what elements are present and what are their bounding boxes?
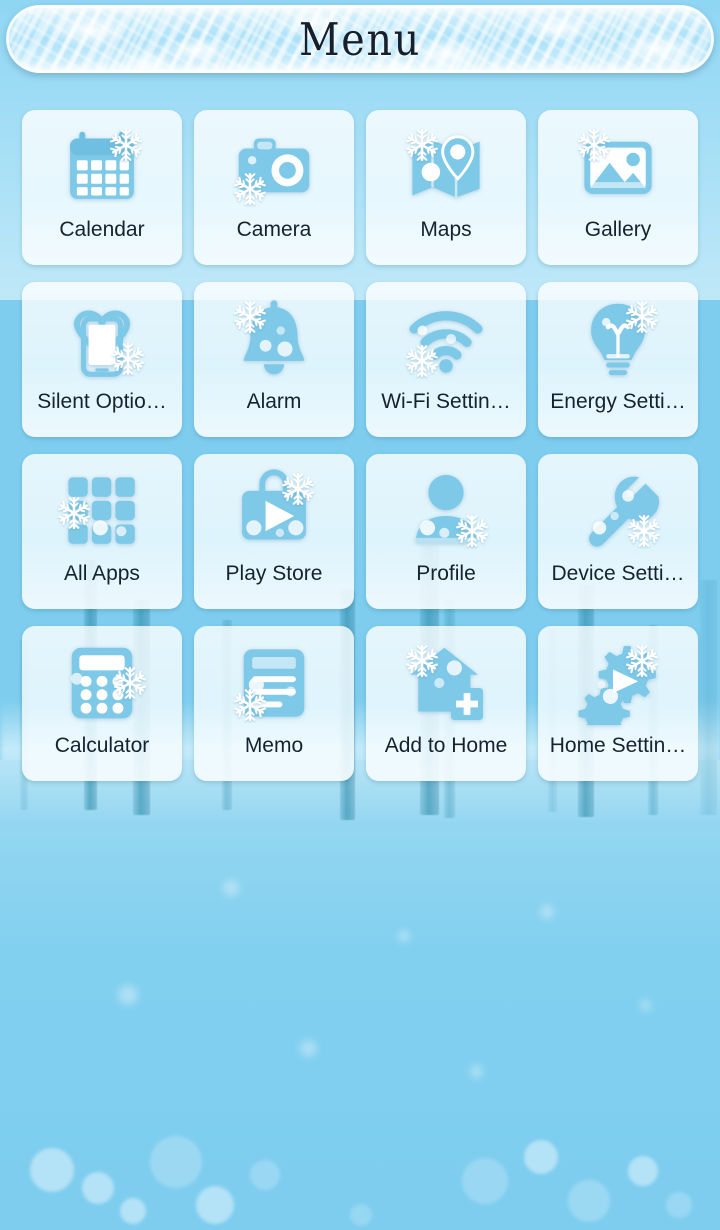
app-tile-silent-optio[interactable]: Silent Optio…	[22, 282, 182, 437]
app-tile-profile[interactable]: Profile	[366, 454, 526, 609]
app-tile-label: Alarm	[246, 390, 302, 413]
app-grid: Calendar Camera Maps Gallery Silent Opti…	[22, 110, 698, 781]
house-plus-icon	[402, 639, 490, 727]
wifi-icon	[402, 295, 490, 383]
app-tile-wi-fi-settin[interactable]: Wi-Fi Settin…	[366, 282, 526, 437]
calculator-icon	[58, 639, 147, 727]
app-tile-label: Gallery	[584, 218, 652, 241]
bottom-dock: Themes	[0, 1100, 720, 1230]
app-tile-maps[interactable]: Maps	[366, 110, 526, 265]
app-tile-add-to-home[interactable]: Add to Home	[366, 626, 526, 781]
camera-icon	[230, 123, 318, 211]
app-tile-label: Add to Home	[384, 734, 508, 757]
app-tile-label: Calendar	[59, 218, 145, 241]
gears-icon	[574, 639, 662, 727]
maps-icon	[402, 123, 490, 211]
app-grid-icon	[57, 467, 146, 555]
alarm-bell-icon	[230, 295, 318, 383]
app-tile-label: Memo	[244, 734, 304, 757]
play-store-bag-icon	[230, 467, 318, 555]
silent-options-icon	[58, 295, 146, 383]
app-tile-label: Play Store	[225, 562, 323, 585]
app-tile-gallery[interactable]: Gallery	[538, 110, 698, 265]
app-tile-label: Profile	[416, 562, 476, 585]
app-tile-label: Maps	[420, 218, 472, 241]
profile-person-icon	[402, 467, 490, 555]
app-tile-label: Energy Setti…	[550, 390, 686, 413]
app-tile-memo[interactable]: Memo	[194, 626, 354, 781]
app-tile-calculator[interactable]: Calculator	[22, 626, 182, 781]
calendar-icon	[58, 123, 146, 211]
app-tile-camera[interactable]: Camera	[194, 110, 354, 265]
app-tile-energy-setti[interactable]: Energy Setti…	[538, 282, 698, 437]
memo-note-icon	[230, 639, 318, 727]
app-tile-label: Camera	[236, 218, 312, 241]
app-tile-label: Wi-Fi Settin…	[381, 390, 511, 413]
page-title: Menu	[298, 12, 422, 66]
app-tile-label: All Apps	[64, 562, 140, 585]
app-tile-label: Device Setti…	[551, 562, 685, 585]
header-bar: Menu	[6, 5, 714, 73]
app-tile-alarm[interactable]: Alarm	[194, 282, 354, 437]
app-tile-label: Silent Optio…	[37, 390, 167, 413]
app-tile-all-apps[interactable]: All Apps	[22, 454, 182, 609]
app-tile-play-store[interactable]: Play Store	[194, 454, 354, 609]
lightbulb-icon	[574, 295, 662, 383]
app-tile-device-setti[interactable]: Device Setti…	[538, 454, 698, 609]
gallery-icon	[574, 123, 662, 211]
app-tile-home-settin[interactable]: Home Settin…	[538, 626, 698, 781]
app-tile-label: Calculator	[54, 734, 150, 757]
app-tile-calendar[interactable]: Calendar	[22, 110, 182, 265]
wrench-icon	[574, 467, 662, 555]
launcher-screen: Menu Calendar Camera Maps Gallery Silent…	[0, 0, 720, 1230]
app-tile-label: Home Settin…	[549, 734, 687, 757]
